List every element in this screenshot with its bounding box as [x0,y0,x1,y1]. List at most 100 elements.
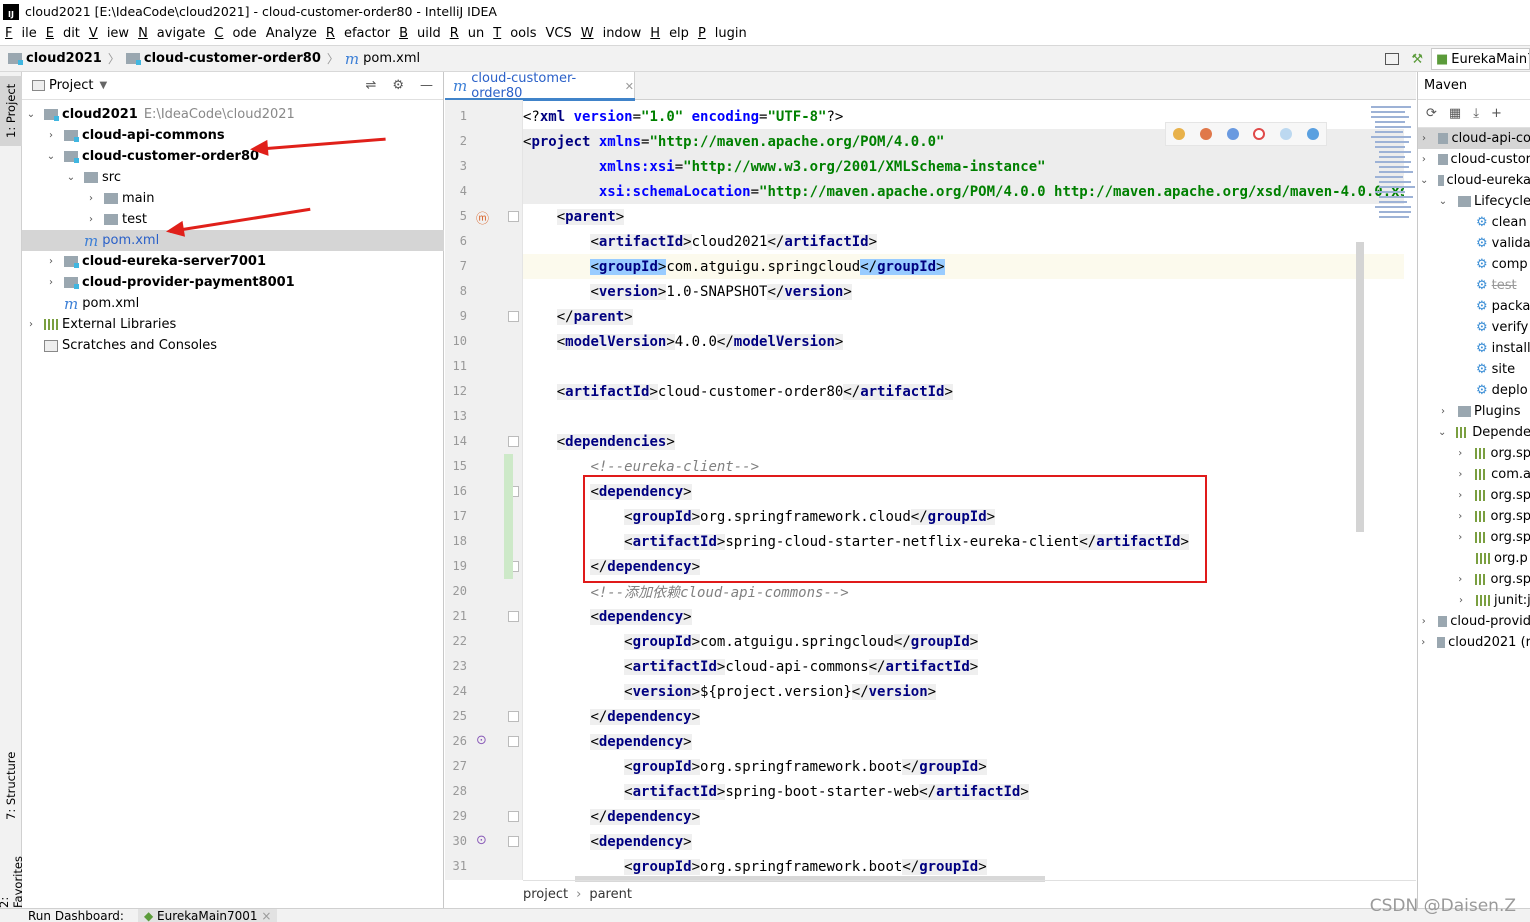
firefox-icon[interactable] [1199,128,1212,140]
opera-icon[interactable] [1253,128,1266,140]
chevron-right-icon[interactable]: › [1456,511,1465,522]
code-line[interactable]: </parent > [523,304,1404,329]
maven-tree-item[interactable]: › cloud-api-co [1418,128,1530,149]
maven-tree-item[interactable]: › org.sp [1418,443,1530,464]
code-line[interactable]: < groupId > com.atguigu.springcloud </groupI… [523,254,1404,279]
maven-tree-item[interactable]: ⌄ Lifecycle [1418,191,1530,212]
chevron-down-icon[interactable]: ⌄ [1438,427,1446,438]
run-dashboard-tab[interactable]: ◆ EurekaMain7001 × [137,909,278,922]
breadcrumb-file[interactable]: m pom.xml [345,50,420,68]
tree-item[interactable]: m pom.xml [22,293,444,314]
vertical-scrollbar[interactable] [1356,242,1364,532]
close-icon[interactable]: × [261,909,271,922]
menu-item[interactable]: Help [650,26,689,41]
close-icon[interactable]: ✕ [625,80,634,93]
fold-marker-icon[interactable] [508,611,519,622]
code-line[interactable]: < dependencies > [523,429,1404,454]
menu-item[interactable]: Code [214,26,256,41]
code-area[interactable]: <? xml version = "1.0" encoding = "UTF-8" ?> < p… [523,100,1404,880]
chevron-right-icon[interactable]: › [1456,448,1465,459]
code-line[interactable]: < groupId > com.atguigu.springcloud </groupI… [523,629,1404,654]
maven-tree-item[interactable]: ⚙ deplo [1418,380,1530,401]
maven-tree-item[interactable]: › cloud-provid [1418,611,1530,632]
editor-crumb-project[interactable]: project [523,887,568,902]
code-line[interactable]: < dependency > [523,829,1404,854]
chevron-down-icon[interactable]: ⌄ [66,172,76,183]
maven-tree-item[interactable]: ⚙ install [1418,338,1530,359]
menu-item[interactable]: Window [581,26,642,41]
code-line[interactable]: < dependency > [523,604,1404,629]
tree-item[interactable]: › cloud-eureka-server7001 [22,251,444,272]
code-line[interactable]: < artifactId > cloud2021 </artifactId > [523,229,1404,254]
fold-marker-icon[interactable] [508,311,519,322]
breadcrumb-module[interactable]: cloud-customer-order80 [125,51,321,66]
project-panel-title[interactable]: Project [49,78,93,93]
menu-item[interactable]: Navigate [138,26,205,41]
maven-tree-item[interactable]: ⚙ comp [1418,254,1530,275]
menu-item[interactable]: Refactor [326,26,390,41]
maven-tree-item[interactable]: › cloud-custor [1418,149,1530,170]
fold-marker-icon[interactable] [508,436,519,447]
fold-marker-icon[interactable] [508,736,519,747]
chevron-down-icon[interactable]: ⌄ [26,109,36,120]
ie-icon[interactable] [1279,128,1292,140]
chevron-down-icon[interactable]: ⌄ [46,151,56,162]
fold-marker-icon[interactable] [508,836,519,847]
code-line[interactable]: < modelVersion >4.0.0 </modelVersion > [523,329,1404,354]
menu-item[interactable]: Plugin [698,26,747,41]
breadcrumb-root[interactable]: cloud2021 [8,51,102,66]
fold-marker-icon[interactable] [508,211,519,222]
chevron-right-icon[interactable]: › [46,277,56,288]
code-line[interactable] [523,404,1404,429]
generate-sources-icon[interactable]: ▦ [1449,106,1461,121]
tree-item[interactable]: › main [22,188,444,209]
maven-tree-item[interactable]: › Plugins [1418,401,1530,422]
maven-tree-item[interactable]: › org.sp [1418,506,1530,527]
maven-tree-item[interactable]: ⚙ clean [1418,212,1530,233]
code-line[interactable]: </dependency > [523,704,1404,729]
editor-tab-pom[interactable]: m cloud-customer-order80 ✕ [445,71,635,101]
code-line[interactable] [523,354,1404,379]
chevron-right-icon[interactable]: › [1438,406,1448,417]
maven-tree-item[interactable]: ⚙ site [1418,359,1530,380]
chevron-right-icon[interactable]: › [1420,616,1428,627]
chevron-right-icon[interactable]: › [46,130,56,141]
code-line[interactable]: xmlns:xsi = "http://www.w3.org/2001/XMLSch… [523,154,1404,179]
safari-icon[interactable] [1226,128,1239,140]
code-line[interactable]: xsi:schemaLocation = "http://maven.apache.… [523,179,1404,204]
maven-tree-item[interactable]: › cloud2021 (r [1418,632,1530,653]
hide-panel-icon[interactable]: — [420,78,433,93]
maven-tree-item[interactable]: org.p [1418,548,1530,569]
tab-structure[interactable]: 7: Structure [0,744,22,828]
maven-tree-item[interactable]: ⚙ verify [1418,317,1530,338]
tree-item[interactable]: › cloud-provider-payment8001 [22,272,444,293]
gear-icon[interactable]: ⚙ [392,78,404,93]
menu-item[interactable]: Tools [493,26,536,41]
tab-project[interactable]: 1: Project [0,76,22,146]
tab-favorites[interactable]: 2: Favorites [0,842,25,908]
chevron-right-icon[interactable]: › [86,193,96,204]
fold-marker-icon[interactable] [508,711,519,722]
maven-tree-item[interactable]: ⌄ cloud-eureka [1418,170,1530,191]
reload-icon[interactable]: ⟳ [1426,106,1437,121]
chevron-down-icon[interactable]: ▼ [99,80,107,91]
download-icon[interactable]: ⤓ [1473,106,1479,121]
chevron-right-icon[interactable]: › [86,214,96,225]
chevron-right-icon[interactable]: › [1420,133,1428,144]
tree-item[interactable]: m pom.xml [22,230,444,251]
menu-item[interactable]: Build [399,26,441,41]
code-line[interactable]: < artifactId > spring-boot-starter-web </art… [523,779,1404,804]
chevron-right-icon[interactable]: › [26,319,36,330]
menu-item[interactable]: File [5,26,37,41]
build-hammer-icon[interactable]: ⚒ [1411,52,1423,67]
maven-tree-item[interactable]: › com.a [1418,464,1530,485]
chevron-down-icon[interactable]: ⌄ [1438,196,1448,207]
code-line[interactable]: < version >1.0-SNAPSHOT </version > [523,279,1404,304]
layout-icon[interactable] [1385,53,1400,65]
tree-item[interactable]: › External Libraries [22,314,444,335]
maven-tree-item[interactable]: ⚙ test [1418,275,1530,296]
menu-item[interactable]: Edit [46,26,80,41]
maven-tree-item[interactable]: › org.sp [1418,569,1530,590]
tree-item[interactable]: › cloud-api-commons [22,125,444,146]
menu-item[interactable]: VCS [545,26,571,41]
